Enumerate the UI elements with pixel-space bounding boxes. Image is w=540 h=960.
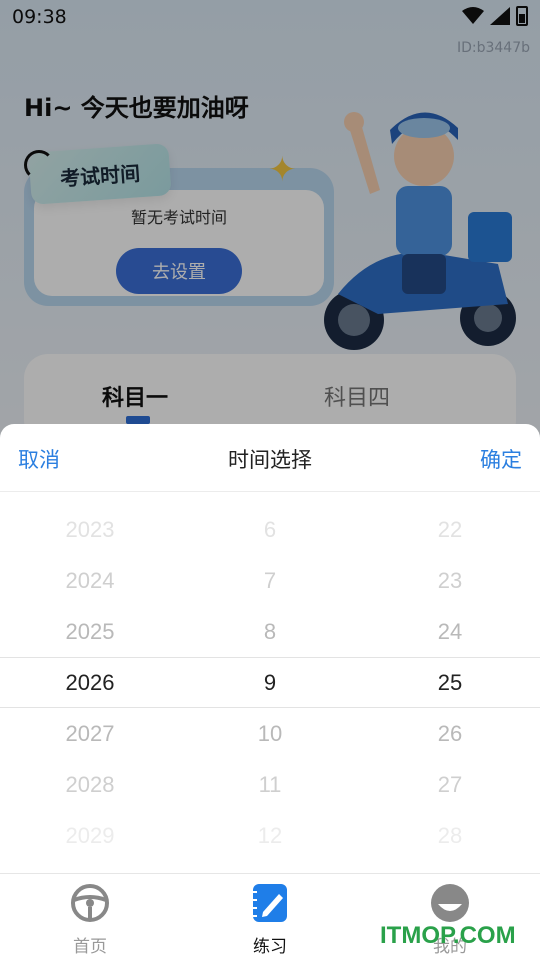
site-watermark: ITMOP.COM [380, 922, 516, 949]
picker-title: 时间选择 [228, 448, 312, 472]
year-option-selected[interactable]: 2026 [0, 657, 180, 708]
day-wheel[interactable]: 22 23 24 25 26 27 28 [360, 504, 540, 861]
day-option[interactable]: 24 [360, 606, 540, 657]
day-option[interactable]: 28 [360, 810, 540, 861]
year-wheel[interactable]: 2023 2024 2025 2026 2027 2028 2029 [0, 504, 180, 861]
month-option[interactable]: 7 [180, 555, 360, 606]
year-option[interactable]: 2029 [0, 810, 180, 861]
month-wheel[interactable]: 6 7 8 9 10 11 12 [180, 504, 360, 861]
year-option[interactable]: 2023 [0, 504, 180, 555]
month-option[interactable]: 10 [180, 708, 360, 759]
day-option[interactable]: 23 [360, 555, 540, 606]
steering-wheel-icon [71, 884, 109, 922]
month-option[interactable]: 6 [180, 504, 360, 555]
profile-face-icon [431, 884, 469, 922]
confirm-button[interactable]: 确定 [480, 444, 522, 474]
month-option[interactable]: 8 [180, 606, 360, 657]
day-option[interactable]: 27 [360, 759, 540, 810]
nav-practice[interactable]: 练习 [210, 882, 330, 957]
notebook-pen-icon [253, 884, 287, 922]
nav-home[interactable]: 首页 [30, 882, 150, 957]
day-option[interactable]: 22 [360, 504, 540, 555]
day-option[interactable]: 26 [360, 708, 540, 759]
day-option-selected[interactable]: 25 [360, 657, 540, 708]
picker-header: 取消 时间选择 确定 [0, 424, 540, 492]
month-option[interactable]: 12 [180, 810, 360, 861]
year-option[interactable]: 2028 [0, 759, 180, 810]
year-option[interactable]: 2025 [0, 606, 180, 657]
month-option[interactable]: 11 [180, 759, 360, 810]
nav-home-label: 首页 [73, 937, 107, 957]
month-option-selected[interactable]: 9 [180, 657, 360, 708]
year-option[interactable]: 2027 [0, 708, 180, 759]
nav-practice-label: 练习 [253, 937, 287, 957]
year-option[interactable]: 2024 [0, 555, 180, 606]
